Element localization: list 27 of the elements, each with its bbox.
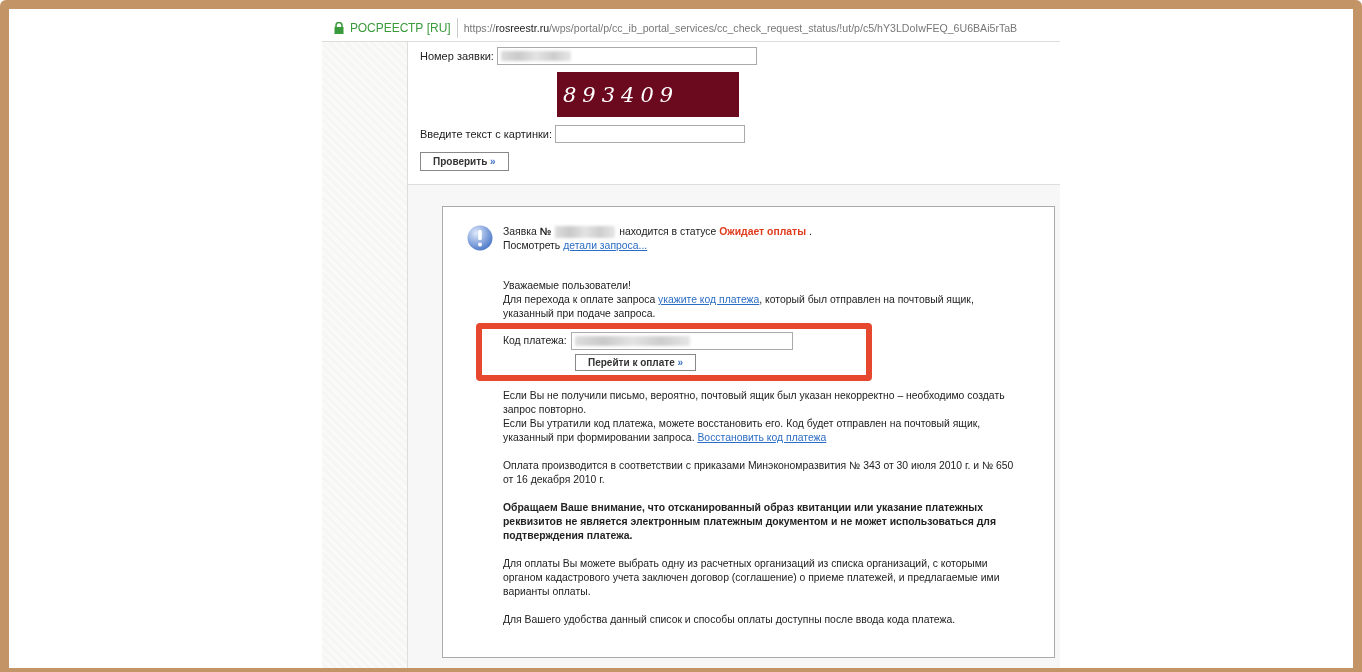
warning-text: Обращаем Ваше внимание, что отсканированный образ квитанции или указание платежных реквизитов не является электронным платежным документом и не может использоваться для подтверждения платежа. [503, 501, 997, 543]
status-text: находится в статусе Ожидает оплаты . [619, 225, 812, 239]
address-bar[interactable]: РОСРЕЕСТР [RU] https://rosreestr.ru/wps/portal/p/cc_ib_portal_services/cc_check_request_status/!ut/p/c5/hY3LDoIwFEQ_6U6BAi5rTaB [322, 15, 1060, 41]
field-label: Введите текст с картинки: [420, 128, 553, 140]
input-field[interactable] [496, 47, 757, 65]
note-text: Для Вашего удобства данный список и способы оплаты доступны после ввода кода платежа. [503, 613, 957, 627]
restore-code-link[interactable]: Восстановить код платежа [697, 432, 827, 443]
greeting-text: Уважаемые пользователи! Для перехода к оплате запроса укажите код платежа, который был отправлен на почтовый ящик, указанный при подаче запроса. [503, 279, 975, 321]
pay-button[interactable]: Перейти к оплате » [575, 354, 697, 371]
redacted-value [500, 51, 571, 61]
check-button[interactable]: Проверить » [420, 152, 509, 171]
payment-code-field[interactable] [570, 332, 793, 350]
note-text: Для оплаты Вы можете выбрать одну из расчетных организаций из списка организаций, с которыми органом кадастрового учета заключен договор (соглашение) о приеме платежей, и предлагаемые ими варианты оплаты. [503, 557, 1001, 599]
url-text: https://rosreestr.ru/wps/portal/p/cc_ib_portal_services/cc_check_request_status/!ut/p/c5/hY3LDoIwFEQ_6U6BAi5rTaB [463, 22, 1018, 34]
details-link[interactable]: детали запроса... [563, 240, 648, 251]
field-label: Код платежа: [503, 334, 567, 348]
lock-icon [334, 22, 344, 34]
note-text: Если Вы не получили письмо, вероятно, почтовый ящик был указан некорректно – необходимо создать запрос повторно. Если Вы утратили код платежа, можете восстановить его. Код будет отправлен на почтовый ящик, указанный при формировании запроса. Восстановить код платежа [503, 389, 1006, 445]
status-text: Заявка № [503, 225, 552, 239]
redacted-value [555, 226, 616, 238]
input-field[interactable] [555, 125, 746, 143]
captcha-image: 893409 [557, 72, 739, 117]
exclamation-icon [467, 225, 493, 251]
field-label: Номер заявки: [420, 50, 494, 62]
details-text: Посмотреть детали запроса... [503, 239, 649, 253]
legal-text: Оплата производится в соответствии с приказами Минэкономразвития № 343 от 30 июля 2010 г. и № 650 от 16 декабря 2010 г. [503, 459, 1015, 487]
site-name: РОСРЕЕСТР [RU] [350, 18, 458, 38]
